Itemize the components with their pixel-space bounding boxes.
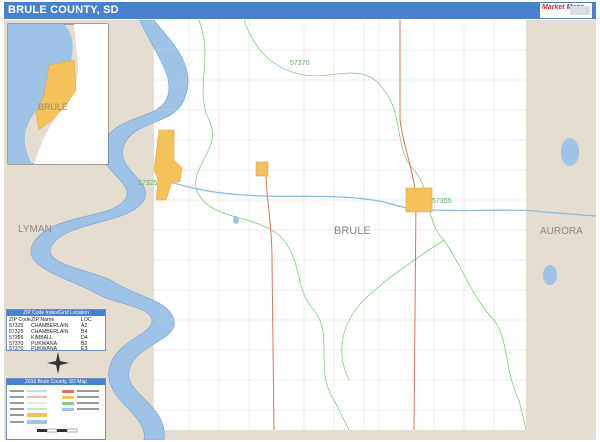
zip-label-57325: 57325 <box>138 180 158 187</box>
zip-code-cell: 57370 <box>9 346 24 352</box>
pukwana-city <box>255 161 269 177</box>
zip-table-title: ZIP Code Index/Grid Location <box>7 310 105 316</box>
lyman-label: LYMAN <box>18 224 52 235</box>
north-arrow-icon <box>47 352 69 374</box>
map-title: BRULE COUNTY, SD <box>8 4 119 16</box>
zip-label-57370: 57370 <box>290 60 310 67</box>
market-maps-logo: Market Maps <box>540 3 592 18</box>
lake-icon <box>543 265 557 285</box>
title-bar: BRULE COUNTY, SD Market Maps <box>4 2 596 19</box>
legend-symbols <box>10 390 99 433</box>
brule-label: BRULE <box>334 225 371 237</box>
inset-city-label: BRULE <box>38 102 68 112</box>
scale-bar <box>37 428 78 433</box>
zip-index-table: ZIP Code Index/Grid Location ZIP CodeZIP… <box>6 309 106 352</box>
logo-badge <box>570 6 590 15</box>
county-map[interactable]: LYMAN BRULE AURORA 57370 57325 57355 BRU… <box>4 20 596 440</box>
map-page: BRULE COUNTY, SD Market Maps LYMAN BRULE… <box>0 0 600 442</box>
south-county-area <box>154 430 526 440</box>
kimball-city <box>405 187 433 213</box>
lake-icon <box>561 138 579 166</box>
map-legend: 2016 Brule County, SD Map <box>6 378 106 440</box>
aurora-label: AURORA <box>540 226 583 237</box>
loc-cell: E3 <box>81 346 88 352</box>
zip-label-57355: 57355 <box>432 198 452 205</box>
inset-map[interactable]: BRULE <box>7 23 109 165</box>
